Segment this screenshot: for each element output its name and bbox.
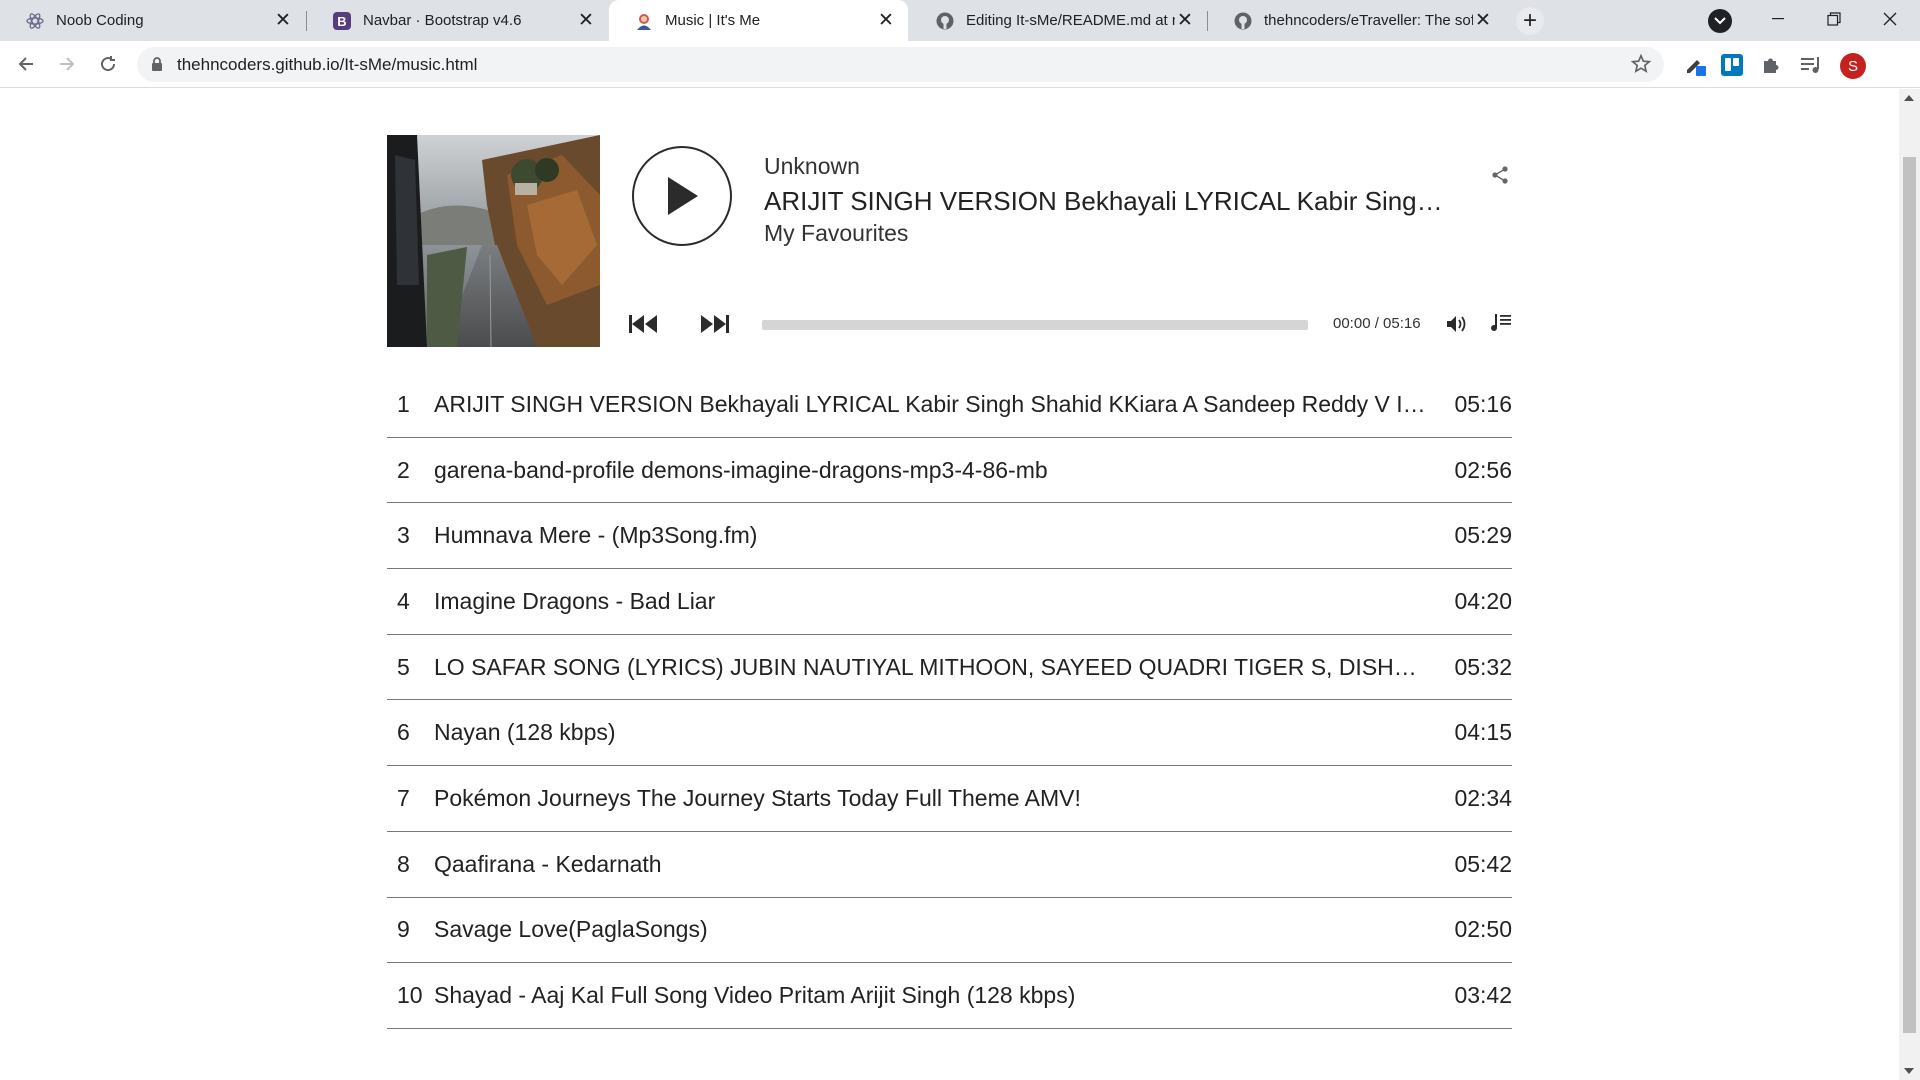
- playlist-row[interactable]: 4 Imagine Dragons - Bad Liar 04:20: [387, 569, 1512, 635]
- previous-track-button[interactable]: [626, 311, 660, 337]
- track-title: Pokémon Journeys The Journey Starts Toda…: [434, 784, 1081, 811]
- tab-noob-coding[interactable]: Noob Coding ✕: [0, 0, 305, 41]
- track-number: 3: [397, 522, 410, 549]
- track-duration: 03:42: [1454, 982, 1512, 1009]
- track-duration: 04:20: [1454, 587, 1512, 614]
- tab-bootstrap[interactable]: B Navbar · Bootstrap v4.6 ✕: [307, 0, 608, 41]
- track-duration: 05:29: [1454, 522, 1512, 549]
- music-page: Unknown ARIJIT SINGH VERSION Bekhayali L…: [0, 89, 1899, 1080]
- extensions-puzzle-icon[interactable]: [1758, 52, 1784, 78]
- track-duration: 05:42: [1454, 850, 1512, 877]
- playlist-row[interactable]: 9 Savage Love(PaglaSongs) 02:50: [387, 898, 1512, 964]
- tab-search-icon[interactable]: [1708, 9, 1732, 33]
- close-tab-icon[interactable]: ✕: [1473, 10, 1493, 31]
- lock-icon[interactable]: [151, 57, 163, 77]
- track-number: 6: [397, 719, 410, 746]
- address-bar[interactable]: thehncoders.github.io/It-sMe/music.html: [137, 47, 1664, 82]
- bootstrap-favicon: B: [333, 11, 351, 30]
- its-me-favicon: [635, 12, 653, 30]
- volume-icon[interactable]: [1444, 312, 1470, 336]
- track-title: Imagine Dragons - Bad Liar: [434, 587, 716, 614]
- track-album: My Favourites: [764, 220, 909, 246]
- tab-title: Music | It's Me: [665, 12, 761, 29]
- tab-title: thehncoders/eTraveller: The softw: [1264, 12, 1473, 29]
- tab-title: Editing It-sMe/README.md at m: [966, 12, 1175, 29]
- browser-toolbar: thehncoders.github.io/It-sMe/music.html: [0, 41, 1920, 88]
- tab-music[interactable]: Music | It's Me ✕: [609, 0, 908, 41]
- profile-avatar[interactable]: S: [1840, 53, 1866, 79]
- seek-bar[interactable]: [762, 320, 1308, 330]
- track-duration: 02:56: [1454, 456, 1512, 483]
- tab-github-etraveller[interactable]: thehncoders/eTraveller: The softw ✕: [1208, 0, 1505, 41]
- album-cover: [387, 135, 600, 347]
- close-tab-icon[interactable]: ✕: [273, 10, 293, 31]
- scrollbar-thumb[interactable]: [1903, 157, 1916, 1033]
- track-title: Qaafirana - Kedarnath: [434, 850, 662, 877]
- track-duration: 05:32: [1454, 653, 1512, 680]
- playlist-row[interactable]: 3 Humnava Mere - (Mp3Song.fm) 05:29: [387, 503, 1512, 570]
- track-number: 2: [397, 456, 410, 483]
- playlist-row[interactable]: 8 Qaafirana - Kedarnath 05:42: [387, 832, 1512, 898]
- reload-icon[interactable]: [93, 49, 123, 79]
- tab-strip: Noob Coding ✕ B Navbar · Bootstrap v4.6 …: [0, 0, 1920, 41]
- trello-extension-icon[interactable]: [1719, 52, 1745, 78]
- github-favicon: [936, 12, 954, 30]
- scroll-up-icon[interactable]: [1904, 95, 1914, 101]
- close-window-icon[interactable]: [1862, 0, 1918, 38]
- time-display: 00:00 / 05:16: [1333, 315, 1421, 332]
- bookmark-star-icon[interactable]: [1630, 53, 1652, 80]
- track-artist: Unknown: [764, 153, 860, 179]
- edit-extension-icon[interactable]: [1682, 52, 1708, 78]
- playlist-row[interactable]: 7 Pokémon Journeys The Journey Starts Tod…: [387, 766, 1512, 832]
- track-duration: 04:15: [1454, 719, 1512, 746]
- playlist-row[interactable]: 10 Shayad - Aaj Kal Full Song Video Prita…: [387, 963, 1512, 1029]
- track-number: 10: [397, 982, 423, 1009]
- track-title: LO SAFAR SONG (LYRICS) JUBIN NAUTIYAL MI…: [434, 653, 1455, 680]
- url-text[interactable]: thehncoders.github.io/It-sMe/music.html: [177, 55, 477, 75]
- track-number: 9: [397, 916, 410, 943]
- track-title: ARIJIT SINGH VERSION Bekhayali LYRICAL K…: [434, 390, 1455, 417]
- new-tab-button[interactable]: +: [1516, 7, 1544, 35]
- track-duration: 05:16: [1454, 390, 1512, 417]
- minimize-icon[interactable]: [1750, 0, 1806, 38]
- track-number: 8: [397, 850, 410, 877]
- track-number: 5: [397, 653, 410, 680]
- scroll-down-icon[interactable]: [1904, 1068, 1914, 1074]
- track-title: Savage Love(PaglaSongs): [434, 916, 708, 943]
- tab-title: Noob Coding: [56, 12, 144, 29]
- track-title: Nayan (128 kbps): [434, 719, 616, 746]
- playlist-row[interactable]: 5 LO SAFAR SONG (LYRICS) JUBIN NAUTIYAL M…: [387, 635, 1512, 701]
- track-number: 4: [397, 587, 410, 614]
- playlist: 1 ARIJIT SINGH VERSION Bekhayali LYRICAL …: [387, 372, 1512, 1029]
- noob-coding-favicon: [26, 12, 44, 30]
- track-duration: 02:34: [1454, 784, 1512, 811]
- close-tab-icon[interactable]: ✕: [876, 10, 896, 31]
- next-track-button[interactable]: [698, 311, 732, 337]
- github-favicon: [1234, 12, 1252, 30]
- track-title: Humnava Mere - (Mp3Song.fm): [434, 522, 758, 549]
- back-icon[interactable]: [11, 49, 41, 79]
- track-number: 1: [397, 390, 410, 417]
- media-control-icon[interactable]: [1798, 52, 1824, 78]
- track-number: 7: [397, 784, 410, 811]
- tab-github-editing[interactable]: Editing It-sMe/README.md at m ✕: [910, 0, 1207, 41]
- play-button[interactable]: [632, 146, 732, 246]
- playlist-row[interactable]: 1 ARIJIT SINGH VERSION Bekhayali LYRICAL …: [387, 372, 1512, 438]
- page-scrollbar[interactable]: [1899, 89, 1920, 1080]
- playlist-icon[interactable]: [1488, 311, 1514, 335]
- close-tab-icon[interactable]: ✕: [576, 10, 596, 31]
- tab-title: Navbar · Bootstrap v4.6: [363, 12, 522, 29]
- svg-text:B: B: [337, 14, 346, 29]
- track-title: Shayad - Aaj Kal Full Song Video Pritam …: [434, 982, 1076, 1009]
- track-title: garena-band-profile demons-imagine-drago…: [434, 456, 1048, 483]
- forward-icon[interactable]: [52, 49, 82, 79]
- restore-icon[interactable]: [1806, 0, 1862, 38]
- track-duration: 02:50: [1454, 916, 1512, 943]
- current-track-title: ARIJIT SINGH VERSION Bekhayali LYRICAL K…: [764, 186, 1449, 216]
- share-icon[interactable]: [1490, 165, 1510, 185]
- playlist-row[interactable]: 6 Nayan (128 kbps) 04:15: [387, 700, 1512, 767]
- close-tab-icon[interactable]: ✕: [1175, 10, 1195, 31]
- playlist-row[interactable]: 2 garena-band-profile demons-imagine-drag…: [387, 438, 1512, 504]
